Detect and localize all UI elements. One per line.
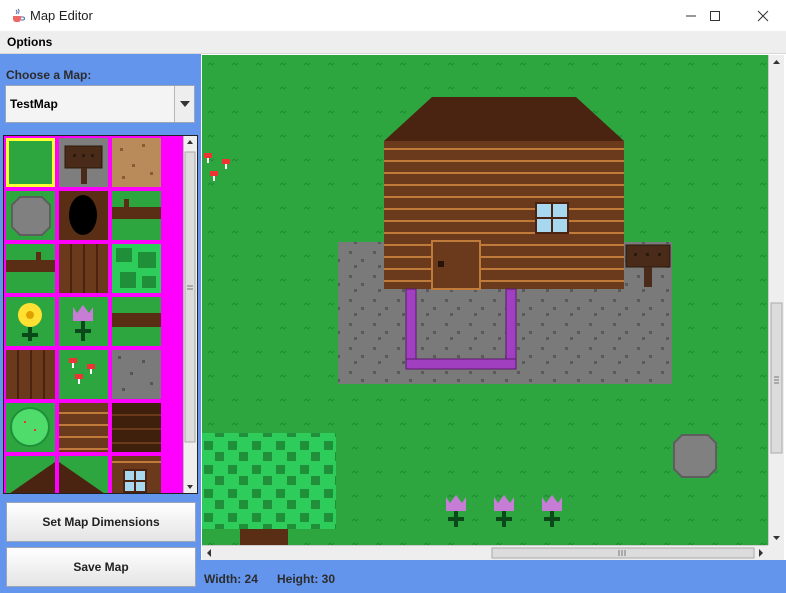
tile-house-window[interactable] bbox=[112, 456, 161, 493]
tile-log-horizontal[interactable] bbox=[112, 191, 161, 240]
maximize-button[interactable] bbox=[692, 0, 738, 31]
scroll-arrows-icon bbox=[770, 60, 783, 540]
palette-scrollbar[interactable] bbox=[183, 136, 197, 493]
map-select-value: TestMap bbox=[10, 97, 58, 111]
close-button[interactable] bbox=[740, 0, 786, 31]
tile-wood-planks-vertical[interactable] bbox=[59, 244, 108, 293]
map-horizontal-scrollbar[interactable] bbox=[202, 545, 768, 560]
tile-sign[interactable] bbox=[59, 138, 108, 187]
window-title: Map Editor bbox=[30, 8, 93, 23]
map-canvas[interactable] bbox=[202, 55, 768, 545]
map-width-label: Width: 24 bbox=[204, 572, 258, 586]
menu-bar: Options bbox=[0, 31, 786, 54]
scroll-arrows-icon bbox=[184, 140, 196, 489]
menu-options[interactable]: Options bbox=[7, 35, 52, 49]
map-vertical-scrollbar[interactable] bbox=[768, 55, 784, 545]
scroll-arrows-icon bbox=[207, 547, 763, 559]
tile-grass[interactable] bbox=[6, 138, 55, 187]
left-panel: Choose a Map: TestMap Set Map Dimensions… bbox=[0, 54, 201, 593]
tile-roof[interactable] bbox=[6, 456, 55, 493]
map-height-label: Height: 30 bbox=[277, 572, 336, 586]
choose-map-label: Choose a Map: bbox=[6, 68, 92, 82]
dropdown-arrow-icon[interactable] bbox=[174, 86, 194, 122]
tile-mushrooms[interactable] bbox=[59, 350, 108, 399]
tile-bush-leaves[interactable] bbox=[112, 244, 161, 293]
tile-log-horizontal[interactable] bbox=[112, 297, 161, 346]
tile-dark-wood-wall[interactable] bbox=[112, 403, 161, 452]
tile-wood-wall[interactable] bbox=[59, 403, 108, 452]
close-icon bbox=[757, 10, 769, 21]
tile-yellow-flower[interactable] bbox=[6, 297, 55, 346]
tile-rock[interactable] bbox=[6, 191, 55, 240]
tile-roof[interactable] bbox=[59, 456, 108, 493]
set-map-dimensions-button[interactable]: Set Map Dimensions bbox=[6, 502, 196, 542]
tile-log-horizontal[interactable] bbox=[6, 244, 55, 293]
scroll-corner bbox=[768, 545, 784, 560]
maximize-icon bbox=[710, 10, 720, 21]
house bbox=[384, 97, 624, 290]
status-bar: Width: 24 Height: 30 bbox=[201, 560, 786, 593]
tile-purple-flower[interactable] bbox=[59, 297, 108, 346]
save-map-button[interactable]: Save Map bbox=[6, 547, 196, 587]
java-coffee-icon bbox=[10, 8, 26, 24]
map-select[interactable]: TestMap bbox=[5, 85, 195, 123]
tile-dirt[interactable] bbox=[112, 138, 161, 187]
tile-round-bush[interactable] bbox=[6, 403, 55, 452]
tile-stone[interactable] bbox=[112, 350, 161, 399]
tile-tree-trunk-hole[interactable] bbox=[59, 191, 108, 240]
tile-palette bbox=[3, 135, 198, 494]
title-bar: Map Editor bbox=[0, 0, 786, 31]
tile-wood-planks-vertical[interactable] bbox=[6, 350, 55, 399]
bush-patch bbox=[202, 433, 336, 545]
map-rock bbox=[673, 434, 717, 478]
